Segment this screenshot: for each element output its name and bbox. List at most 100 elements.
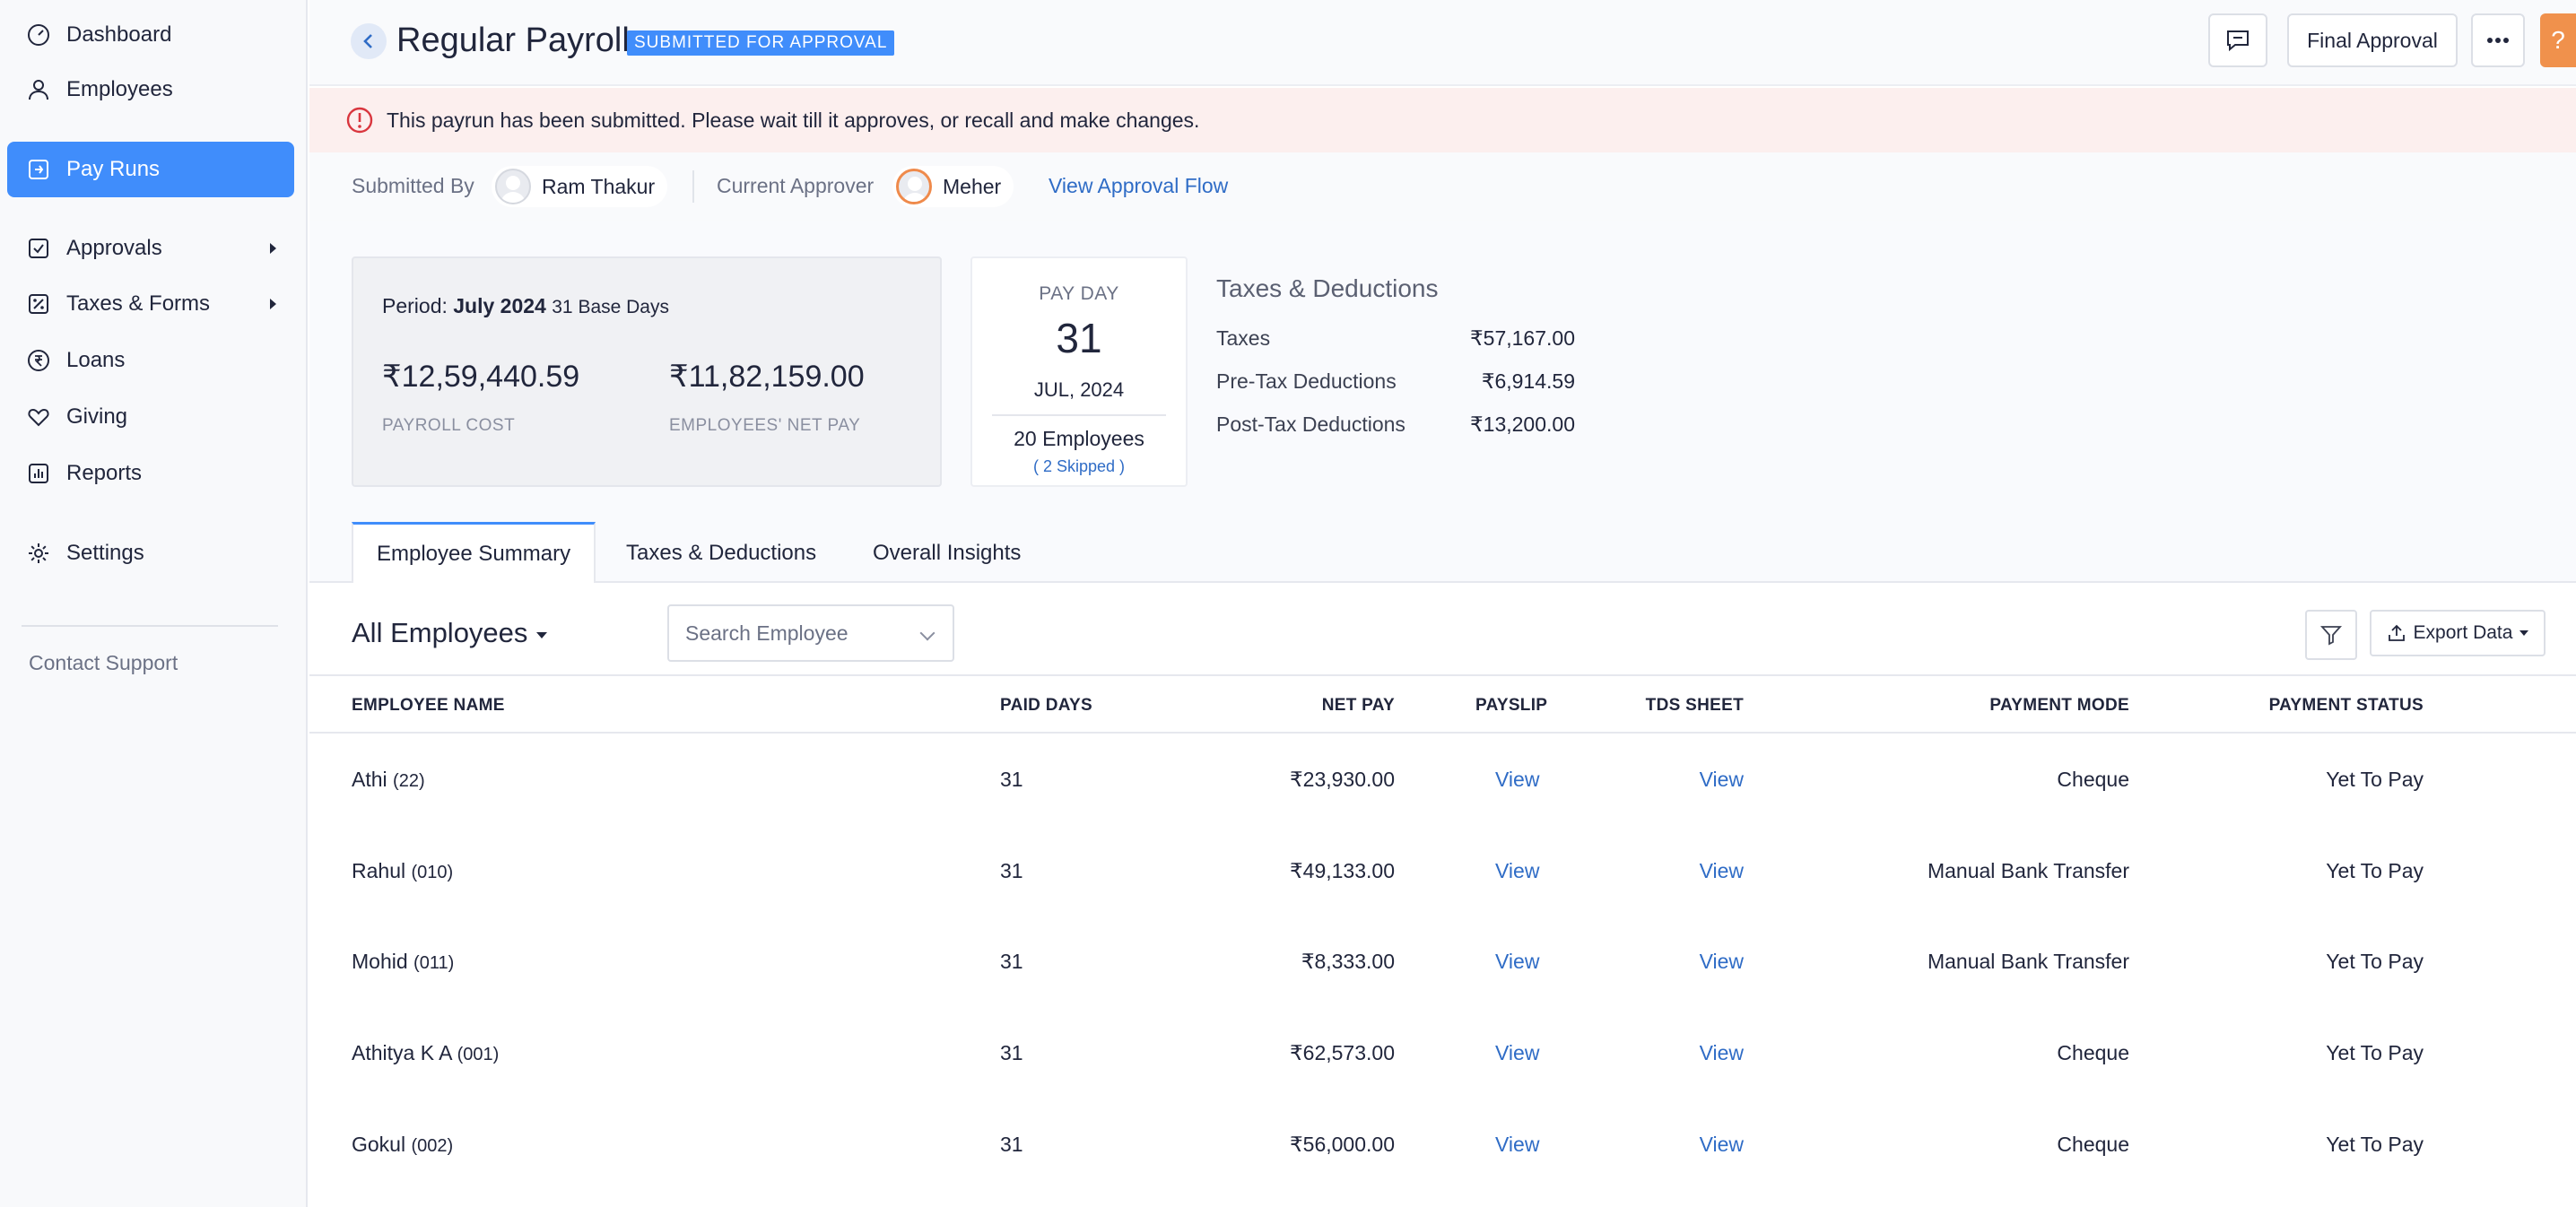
more-icon [2487, 38, 2509, 43]
column-header[interactable]: NET PAY [1322, 696, 1395, 716]
payslip-view-link[interactable]: View [1495, 1041, 1539, 1065]
export-label: Export Data [2413, 622, 2513, 643]
payslip-view-link[interactable]: View [1495, 859, 1539, 883]
search-placeholder: Search Employee [685, 621, 849, 645]
page-title: Regular Payroll [396, 22, 630, 59]
sidebar-item-label: Approvals [66, 236, 162, 260]
table-row[interactable]: Gokul (002) 31 ₹56,000.00 View View Cheq… [309, 1098, 2576, 1190]
sidebar-item-dashboard[interactable]: Dashboard [7, 7, 294, 63]
export-data-button[interactable]: Export Data [2370, 610, 2546, 656]
column-header[interactable]: PAYMENT STATUS [2269, 696, 2424, 716]
caret-right-icon [270, 299, 276, 309]
employee-name: Mohid [352, 950, 408, 973]
table-row[interactable]: Athitya K A (001) 31 ₹62,573.00 View Vie… [309, 1007, 2576, 1098]
net-pay-cell: ₹23,930.00 [1290, 768, 1395, 791]
period-line: Period: July 2024 31 Base Days [382, 294, 669, 318]
tds-view-link[interactable]: View [1700, 768, 1744, 792]
row-label: Taxes [1216, 326, 1271, 350]
tax-form-icon [25, 291, 52, 317]
payment-status-cell: Yet To Pay [2326, 1133, 2424, 1156]
column-header[interactable]: PAYSLIP [1475, 696, 1547, 716]
period-card: Period: July 2024 31 Base Days ₹12,59,44… [352, 256, 942, 487]
row-value: ₹13,200.00 [1470, 412, 1575, 436]
help-button[interactable]: ? [2540, 13, 2576, 67]
separator [692, 170, 694, 203]
sidebar: Dashboard Employees Pay Runs Approvals T… [0, 0, 308, 1207]
period-label: Period: [382, 294, 448, 317]
sidebar-item-employees[interactable]: Employees [7, 62, 294, 117]
net-pay-value: ₹11,82,159.00 [669, 360, 865, 394]
caret-down-icon [536, 631, 548, 638]
tab-overall-insights[interactable]: Overall Insights [873, 524, 1021, 583]
tds-view-link[interactable]: View [1700, 1041, 1744, 1065]
pay-day-card: PAY DAY 31 JUL, 2024 20 Employees ( 2 Sk… [970, 256, 1188, 487]
tds-view-link[interactable]: View [1700, 950, 1744, 974]
status-badge: SUBMITTED FOR APPROVAL [627, 30, 895, 56]
comment-icon [2227, 30, 2249, 52]
caret-right-icon [270, 243, 276, 254]
paid-days-cell: 31 [1000, 768, 1023, 791]
divider [992, 414, 1166, 416]
sidebar-item-taxes-forms[interactable]: Taxes & Forms [7, 276, 294, 332]
payslip-view-link[interactable]: View [1495, 950, 1539, 974]
paid-days-cell: 31 [1000, 950, 1023, 973]
column-header[interactable]: TDS SHEET [1646, 696, 1744, 716]
taxes-row: Taxes ₹57,167.00 [1216, 326, 1575, 351]
employee-code: (011) [413, 953, 455, 973]
alert-message: This payrun has been submitted. Please w… [387, 108, 1200, 132]
view-approval-flow-link[interactable]: View Approval Flow [1049, 174, 1228, 198]
column-header[interactable]: PAID DAYS [1000, 696, 1092, 716]
payroll-cost-label: PAYROLL COST [382, 416, 516, 435]
table-row[interactable]: Athi (22) 31 ₹23,930.00 View View Cheque… [309, 734, 2576, 825]
sidebar-item-label: Reports [66, 461, 143, 485]
more-options-button[interactable] [2471, 13, 2525, 67]
sidebar-item-label: Settings [66, 541, 144, 565]
column-header[interactable]: EMPLOYEE NAME [352, 696, 505, 716]
skipped-link[interactable]: ( 2 Skipped ) [972, 457, 1186, 476]
approval-info-bar: Submitted By Ram Thakur Current Approver… [309, 152, 2576, 221]
table-row[interactable]: Mohid (011) 31 ₹8,333.00 View View Manua… [309, 916, 2576, 1007]
warning-icon [346, 107, 373, 134]
employee-name: Athi [352, 768, 387, 791]
net-pay-cell: ₹62,573.00 [1290, 1041, 1395, 1064]
base-days: 31 Base Days [552, 297, 669, 317]
filter-label: All Employees [352, 617, 528, 648]
chevron-left-icon [363, 34, 372, 48]
report-icon [25, 460, 52, 487]
sidebar-item-loans[interactable]: Loans [7, 333, 294, 388]
back-button[interactable] [351, 23, 387, 59]
employee-name: Gokul [352, 1133, 406, 1156]
tab-employee-summary[interactable]: Employee Summary [352, 522, 596, 583]
tds-view-link[interactable]: View [1700, 1133, 1744, 1157]
search-employee-input[interactable]: Search Employee [667, 604, 954, 662]
payslip-view-link[interactable]: View [1495, 768, 1539, 792]
employee-name-cell: Athi (22) [352, 768, 425, 792]
employee-code: (22) [393, 771, 425, 791]
tab-taxes-deductions[interactable]: Taxes & Deductions [626, 524, 816, 583]
sidebar-item-pay-runs[interactable]: Pay Runs [7, 142, 294, 197]
payslip-view-link[interactable]: View [1495, 1133, 1539, 1157]
employee-filter-dropdown[interactable]: All Employees [352, 617, 548, 649]
payment-mode-cell: Cheque [2057, 1041, 2129, 1064]
row-value: ₹6,914.59 [1481, 369, 1575, 393]
table-row[interactable]: Rahul (010) 31 ₹49,133.00 View View Manu… [309, 825, 2576, 916]
sidebar-item-label: Employees [66, 77, 173, 101]
paid-days-cell: 31 [1000, 1133, 1023, 1156]
filter-button[interactable] [2305, 610, 2357, 660]
sidebar-item-settings[interactable]: Settings [7, 525, 294, 581]
final-approval-button[interactable]: Final Approval [2287, 13, 2458, 67]
pay-day-label: PAY DAY [1039, 283, 1119, 304]
sidebar-item-giving[interactable]: Giving [7, 389, 294, 445]
employee-table-area: All Employees Search Employee Export Dat… [309, 583, 2576, 1207]
sidebar-item-reports[interactable]: Reports [7, 446, 294, 501]
comments-button[interactable] [2208, 13, 2267, 67]
filter-icon [2319, 626, 2343, 646]
column-header[interactable]: PAYMENT MODE [1989, 696, 2129, 716]
tds-view-link[interactable]: View [1700, 859, 1744, 883]
submitted-by-name: Ram Thakur [542, 174, 656, 198]
sidebar-item-approvals[interactable]: Approvals [7, 221, 294, 276]
payment-status-cell: Yet To Pay [2326, 1041, 2424, 1064]
row-label: Pre-Tax Deductions [1216, 369, 1397, 393]
contact-support-link[interactable]: Contact Support [29, 651, 178, 675]
user-icon [25, 76, 52, 103]
